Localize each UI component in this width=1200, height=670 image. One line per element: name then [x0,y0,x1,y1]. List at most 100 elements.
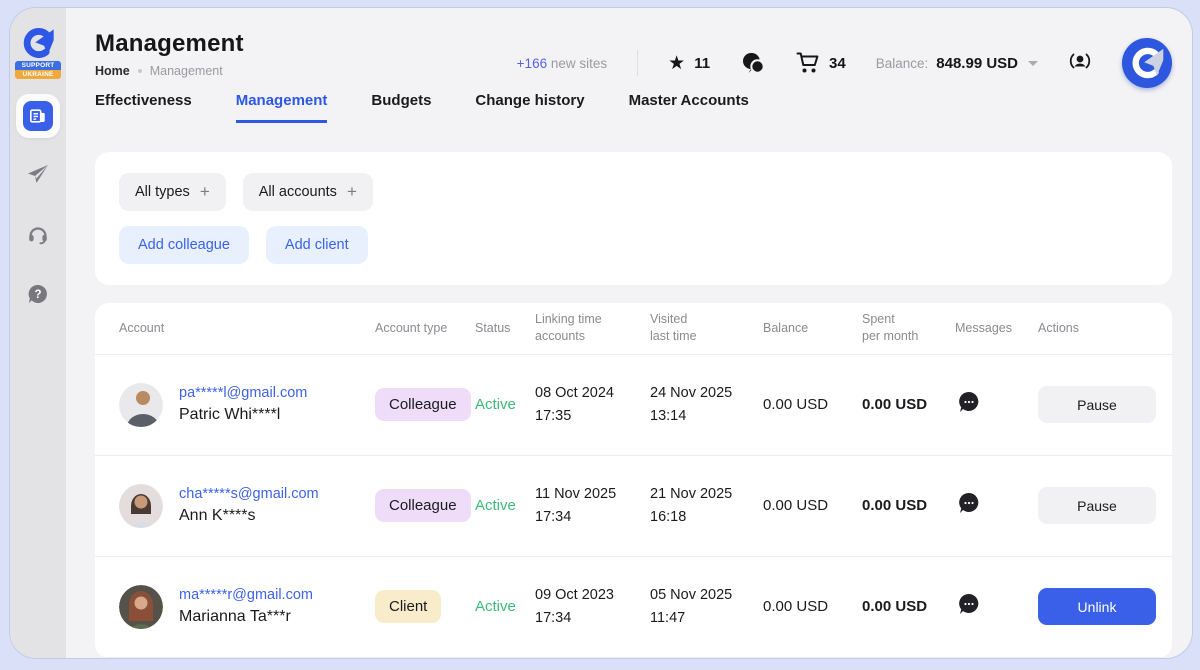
sidebar-item-support[interactable] [16,214,60,258]
account-email[interactable]: pa*****l@gmail.com [179,385,307,401]
col-spent: Spent per month [862,311,955,345]
chevron-down-icon [1028,61,1038,66]
status-badge: Active [475,396,535,413]
avatar [119,484,163,528]
visited-time: 05 Nov 2025 11:47 [650,584,763,629]
favorites-count: 11 [694,55,710,72]
account-email[interactable]: cha*****s@gmail.com [179,486,319,502]
all-types-filter[interactable]: All types + [119,173,226,211]
breadcrumb-current: Management [150,64,223,78]
plus-icon: + [200,182,210,202]
visited-time: 24 Nov 2025 13:14 [650,382,763,427]
accounts-table-card: Account Account type Status Linking time… [95,303,1172,658]
favorites-counter[interactable]: ★ 11 [668,54,710,73]
voice-notification-icon[interactable] [1068,49,1092,78]
status-badge: Active [475,497,535,514]
section-tabs: Effectiveness Management Budgets Change … [95,92,1172,132]
user-avatar[interactable] [1122,38,1172,88]
collaborator-logo-icon [21,28,55,58]
avatar [119,383,163,427]
account-name: Patric Whi****l [179,406,307,424]
cart-counter[interactable]: 34 [796,52,846,74]
breadcrumb-home[interactable]: Home [95,64,130,78]
spent-cell: 0.00 USD [862,497,955,514]
topbar: Management Home Management +166 new site… [95,8,1172,92]
avatar [119,585,163,629]
visited-time: 21 Nov 2025 16:18 [650,483,763,528]
sidebar-item-help[interactable]: ? [16,274,60,318]
table-row: pa*****l@gmail.com Patric Whi****l Colle… [95,355,1172,456]
cart-icon [796,52,820,74]
col-balance: Balance [763,320,862,337]
unlink-button[interactable]: Unlink [1038,588,1156,625]
sidebar: SUPPORT UKRAINE [10,8,66,658]
account-name: Marianna Ta***r [179,608,313,626]
linking-time: 08 Oct 2024 17:35 [535,382,650,427]
tab-change-history[interactable]: Change history [475,92,584,120]
col-status: Status [475,320,535,337]
balance-cell: 0.00 USD [763,497,862,514]
breadcrumb-separator [138,69,142,73]
main-content: Management Home Management +166 new site… [66,8,1192,658]
divider [637,50,638,76]
pause-button[interactable]: Pause [1038,386,1156,423]
tab-master-accounts[interactable]: Master Accounts [629,92,749,120]
tab-budgets[interactable]: Budgets [371,92,431,120]
add-client-button[interactable]: Add client [266,226,368,264]
headphones-icon [26,222,50,251]
balance-value: 848.99 USD [936,55,1018,72]
account-name: Ann K****s [179,507,319,525]
spent-cell: 0.00 USD [862,598,955,615]
col-account-type: Account type [375,320,475,337]
spent-cell: 0.00 USD [862,396,955,413]
balance-label: Balance: [876,56,929,71]
star-icon: ★ [668,54,685,73]
account-type-badge: Colleague [375,489,471,522]
add-buttons: Add colleague Add client [119,226,1148,264]
message-button[interactable] [955,591,983,619]
account-cell: ma*****r@gmail.com Marianna Ta***r [119,585,375,629]
sidebar-item-news[interactable] [16,94,60,138]
table-header: Account Account type Status Linking time… [95,303,1172,355]
col-account: Account [119,320,375,337]
sidebar-item-referrals[interactable] [16,154,60,198]
brand-logo[interactable]: SUPPORT UKRAINE [15,28,61,79]
col-actions: Actions [1038,320,1148,337]
messages-counter[interactable] [740,51,766,75]
linking-time: 11 Nov 2025 17:34 [535,483,650,528]
chat-bubble-icon [956,591,982,617]
breadcrumb: Home Management [95,64,244,78]
page-title-block: Management Home Management [95,30,244,78]
paper-plane-icon [26,162,50,191]
filter-chips: All types + All accounts + [119,173,1148,211]
filters-card: All types + All accounts + Add colleague… [95,152,1172,285]
help-bubble-icon: ? [26,282,50,311]
table-row: cha*****s@gmail.com Ann K****s Colleague… [95,456,1172,557]
support-ukraine-badge: SUPPORT UKRAINE [15,61,61,79]
tab-effectiveness[interactable]: Effectiveness [95,92,192,120]
all-accounts-filter[interactable]: All accounts + [243,173,373,211]
page-title: Management [95,30,244,58]
balance-widget[interactable]: Balance: 848.99 USD [876,55,1038,72]
balance-cell: 0.00 USD [763,598,862,615]
pause-button[interactable]: Pause [1038,487,1156,524]
account-email[interactable]: ma*****r@gmail.com [179,587,313,603]
chat-bubble-icon [956,490,982,516]
status-badge: Active [475,598,535,615]
app-window: SUPPORT UKRAINE [10,8,1192,658]
new-sites-link[interactable]: +166 new sites [517,56,607,71]
col-messages: Messages [955,320,1038,337]
add-colleague-button[interactable]: Add colleague [119,226,249,264]
avatar-logo-icon [1130,47,1164,79]
chat-bubble-icon [956,389,982,415]
topbar-stats: +166 new sites ★ 11 [517,30,1172,88]
tab-management[interactable]: Management [236,92,328,123]
table-row: ma*****r@gmail.com Marianna Ta***r Clien… [95,557,1172,658]
message-button[interactable] [955,490,983,518]
cart-count: 34 [829,55,846,72]
news-icon [23,101,53,131]
chat-bubbles-icon [740,51,766,75]
account-cell: cha*****s@gmail.com Ann K****s [119,484,375,528]
message-button[interactable] [955,389,983,417]
sidebar-nav: ? [16,94,60,334]
